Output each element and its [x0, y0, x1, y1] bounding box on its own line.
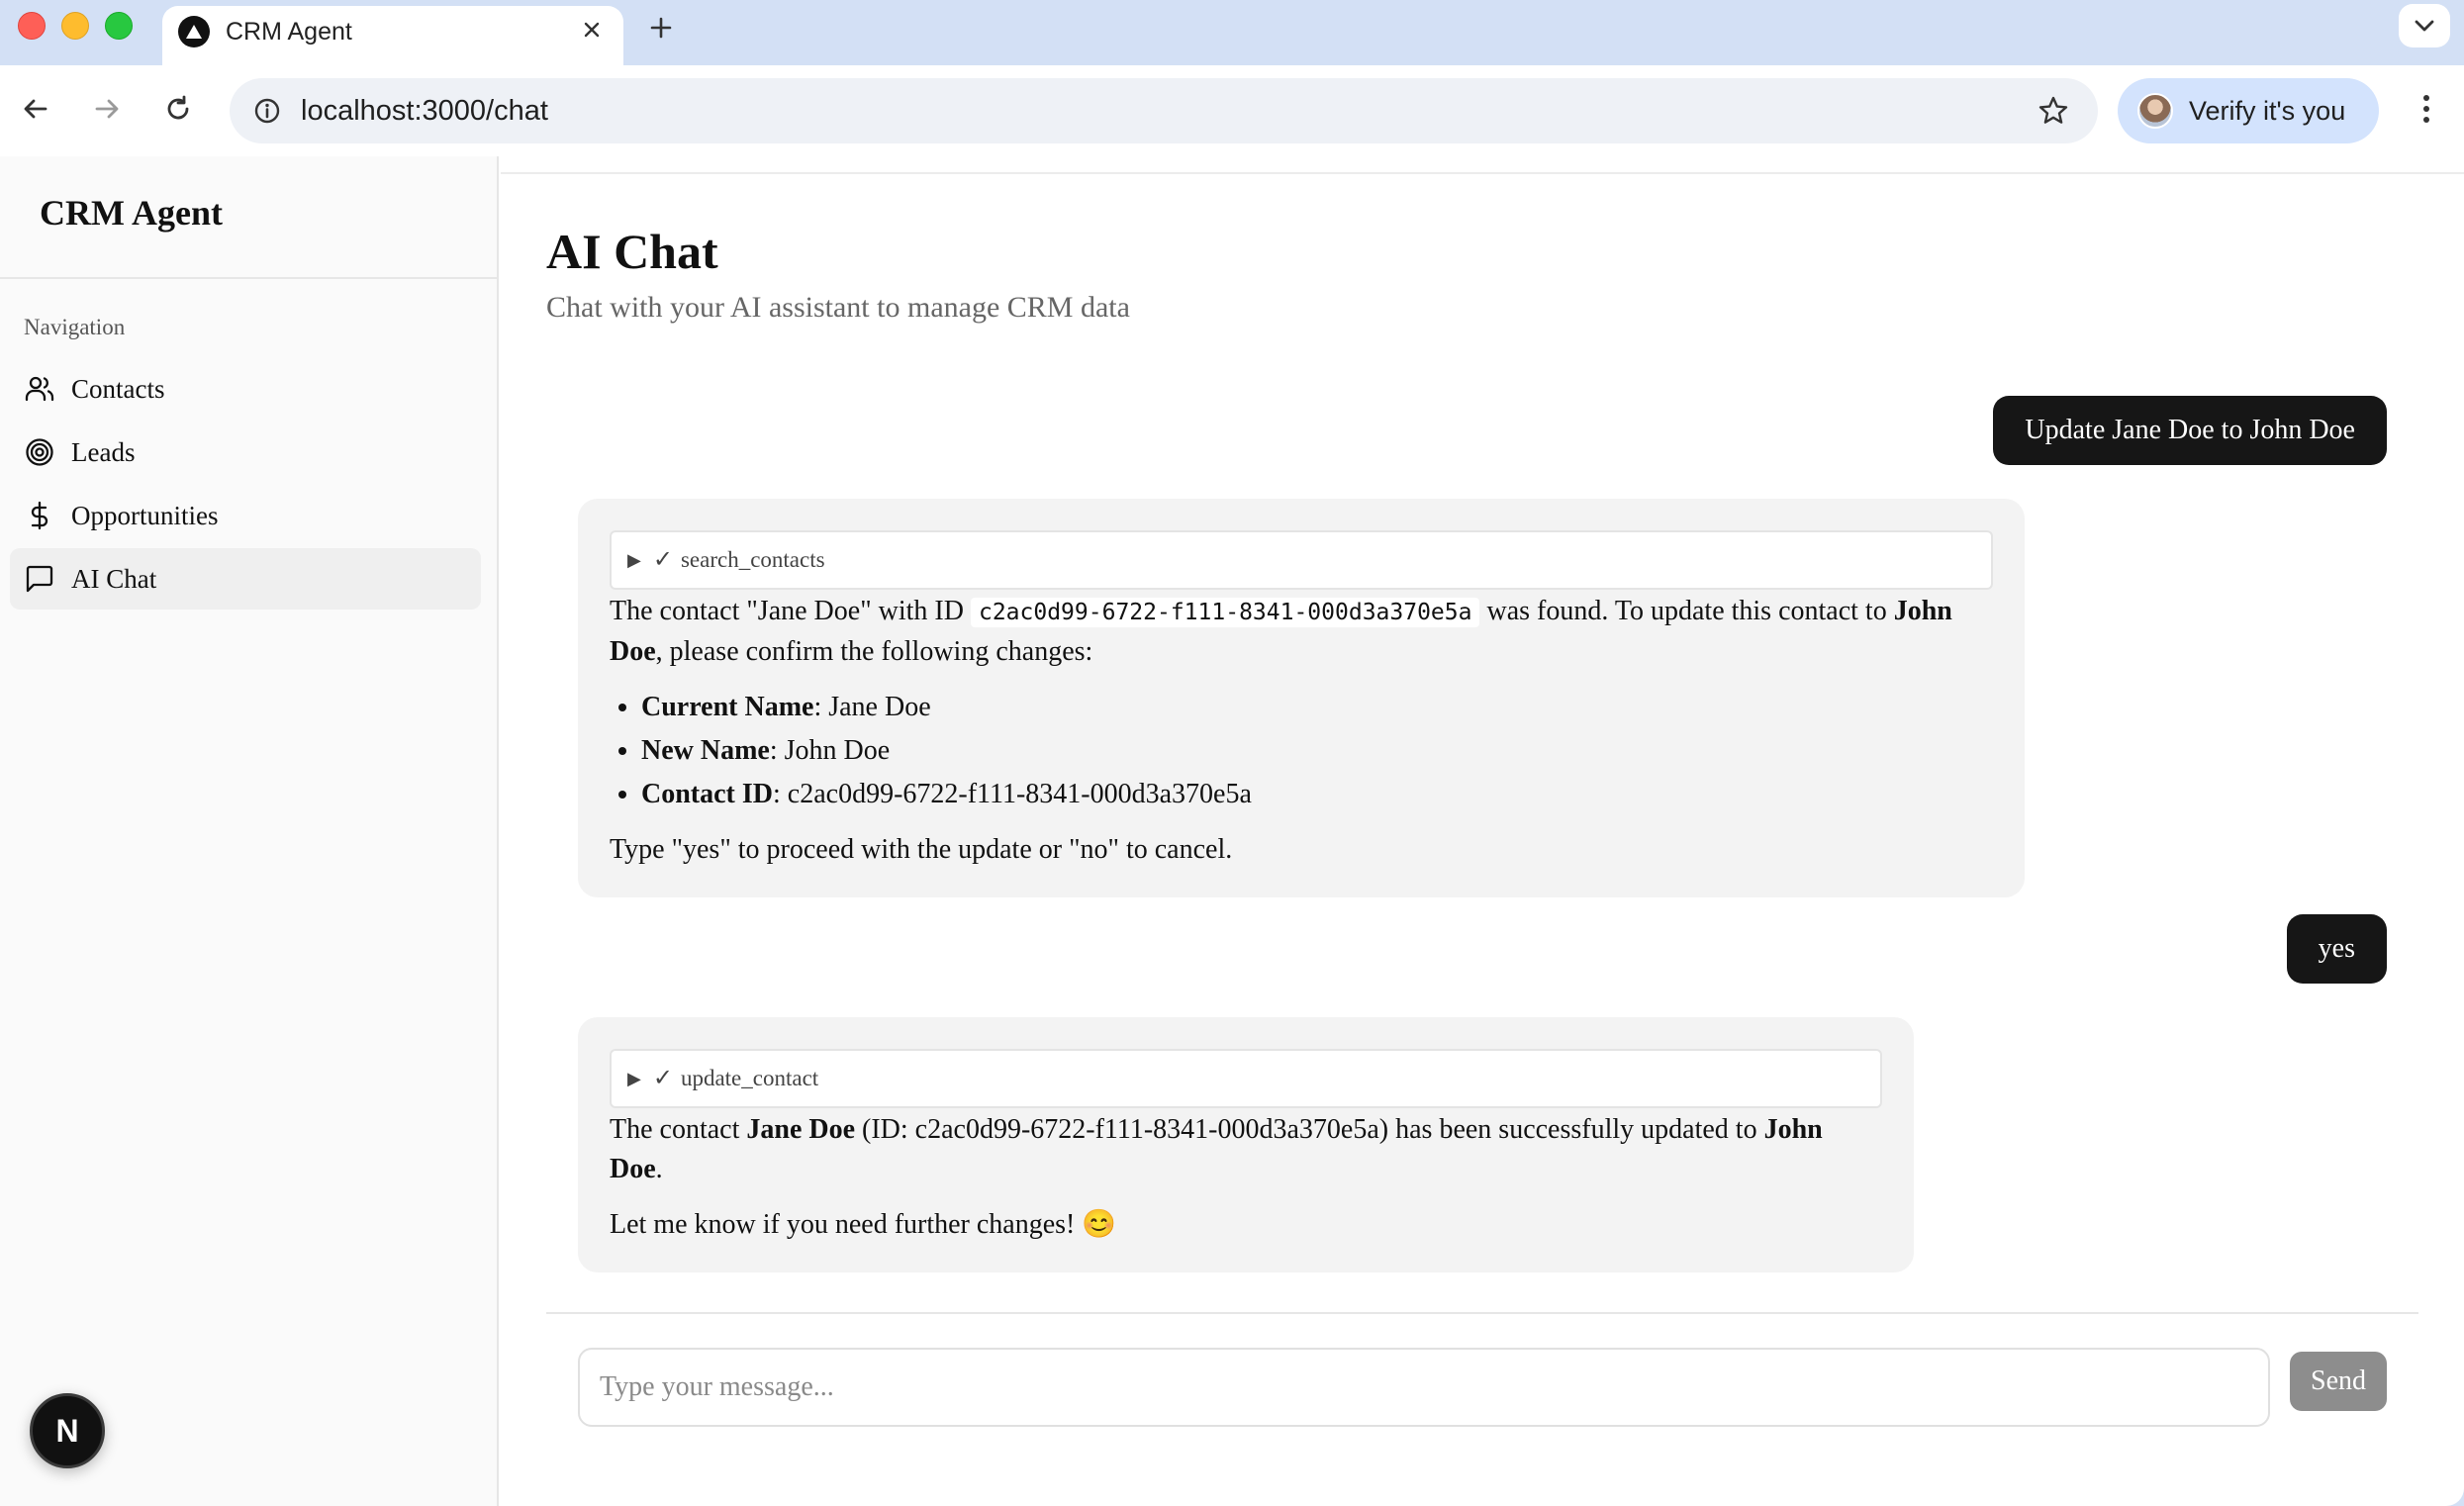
info-icon[interactable]: [251, 95, 283, 127]
nextjs-dev-badge[interactable]: N: [30, 1393, 105, 1468]
list-item-value: : John Doe: [769, 735, 891, 766]
text-run: , please confirm the following changes:: [655, 636, 1093, 667]
page-title: AI Chat: [546, 224, 718, 279]
text-run: (ID: c2ac0d99-6722-f111-8341-000d3a370e5…: [855, 1114, 1764, 1145]
triangle-right-icon: ▶: [627, 1069, 641, 1088]
tab-title: CRM Agent: [226, 18, 352, 46]
browser-tab-active[interactable]: CRM Agent: [162, 6, 623, 65]
user-message: Update Jane Doe to John Doe: [1993, 396, 2387, 465]
list-item-value: : c2ac0d99-6722-f111-8341-000d3a370e5a: [773, 779, 1252, 809]
page-viewport: CRM Agent Navigation Contacts Leads Oppo…: [0, 156, 2464, 1506]
assistant-message: ▶ ✓ search_contacts The contact "Jane Do…: [578, 499, 2025, 897]
profile-label: Verify it's you: [2189, 96, 2346, 126]
assistant-paragraph: Let me know if you need further changes!…: [610, 1209, 1117, 1240]
list-item-label: Current Name: [641, 692, 814, 722]
list-item-label: New Name: [641, 735, 770, 766]
sidebar-item-opportunities[interactable]: Opportunities: [10, 485, 481, 546]
dollar-icon: [24, 500, 55, 531]
back-arrow-icon[interactable]: [14, 87, 57, 131]
text-run: The contact "Jane Doe" with ID: [610, 596, 971, 626]
change-list: Current Name: Jane Doe New Name: John Do…: [641, 686, 1993, 816]
star-icon[interactable]: [2037, 94, 2070, 128]
triangle-favicon-icon: [178, 16, 210, 47]
sidebar-item-label: Contacts: [71, 374, 165, 404]
composer-divider: [546, 1312, 2418, 1314]
target-icon: [24, 436, 55, 468]
user-message: yes: [2286, 914, 2387, 984]
more-vertical-icon[interactable]: [2405, 87, 2448, 131]
assistant-message: ▶ ✓ update_contact The contact Jane Doe …: [578, 1017, 1914, 1272]
users-icon: [24, 373, 55, 405]
list-item: Current Name: Jane Doe: [641, 686, 1993, 729]
plus-icon[interactable]: [641, 8, 681, 47]
text-run: .: [655, 1154, 663, 1184]
sidebar-divider: [0, 277, 497, 279]
assistant-paragraph: The contact "Jane Doe" with ID c2ac0d99-…: [610, 592, 1993, 672]
chat-main: AI Chat Chat with your AI assistant to m…: [501, 156, 2464, 1506]
close-icon[interactable]: [576, 14, 608, 46]
page-subtitle: Chat with your AI assistant to manage CR…: [546, 291, 1130, 324]
triangle-right-icon: ▶: [627, 550, 641, 570]
sidebar-item-ai-chat[interactable]: AI Chat: [10, 548, 481, 610]
window-close-button[interactable]: [18, 12, 46, 40]
bold-name: Jane Doe: [746, 1114, 856, 1145]
assistant-paragraph: Type "yes" to proceed with the update or…: [610, 834, 1233, 865]
sidebar-item-contacts[interactable]: Contacts: [10, 358, 481, 420]
nextjs-logo-letter: N: [55, 1412, 79, 1449]
list-item: New Name: John Doe: [641, 729, 1993, 773]
browser-tab-bar: CRM Agent: [0, 0, 2464, 65]
nav-section-label: Navigation: [24, 315, 126, 339]
header-divider: [501, 172, 2464, 174]
brand-title: CRM Agent: [40, 193, 223, 233]
address-bar[interactable]: localhost:3000/chat: [230, 78, 2098, 143]
contact-id-code: c2ac0d99-6722-f111-8341-000d3a370e5a: [970, 598, 1480, 627]
sidebar-item-label: Opportunities: [71, 501, 219, 530]
reload-icon[interactable]: [156, 87, 200, 131]
sidebar-item-label: Leads: [71, 437, 136, 467]
url-text: localhost:3000/chat: [301, 95, 548, 127]
window-zoom-button[interactable]: [105, 12, 133, 40]
check-icon: ✓: [652, 1066, 673, 1091]
browser-toolbar: localhost:3000/chat Verify it's you: [0, 65, 2464, 156]
chevron-down-icon[interactable]: [2399, 4, 2450, 47]
tool-call-toggle[interactable]: ▶ ✓ search_contacts: [610, 530, 1993, 590]
avatar: [2137, 93, 2173, 129]
text-run: was found. To update this contact to: [1479, 596, 1894, 626]
forward-arrow-icon[interactable]: [85, 87, 129, 131]
message-input[interactable]: [578, 1348, 2270, 1427]
check-icon: ✓: [652, 547, 673, 573]
list-item-value: : Jane Doe: [813, 692, 931, 722]
list-item: Contact ID: c2ac0d99-6722-f111-8341-000d…: [641, 773, 1993, 816]
sidebar: CRM Agent Navigation Contacts Leads Oppo…: [0, 156, 499, 1506]
tool-call-name: search_contacts: [680, 547, 825, 572]
profile-button[interactable]: Verify it's you: [2118, 78, 2379, 143]
list-item-label: Contact ID: [641, 779, 773, 809]
sidebar-item-leads[interactable]: Leads: [10, 422, 481, 483]
assistant-paragraph: The contact Jane Doe (ID: c2ac0d99-6722-…: [610, 1110, 1882, 1189]
text-run: The contact: [610, 1114, 747, 1145]
sidebar-item-label: AI Chat: [71, 564, 157, 594]
window-minimize-button[interactable]: [61, 12, 89, 40]
message-square-icon: [24, 563, 55, 595]
tool-call-toggle[interactable]: ▶ ✓ update_contact: [610, 1049, 1882, 1108]
tool-call-name: update_contact: [680, 1066, 819, 1090]
send-button[interactable]: Send: [2290, 1352, 2387, 1411]
